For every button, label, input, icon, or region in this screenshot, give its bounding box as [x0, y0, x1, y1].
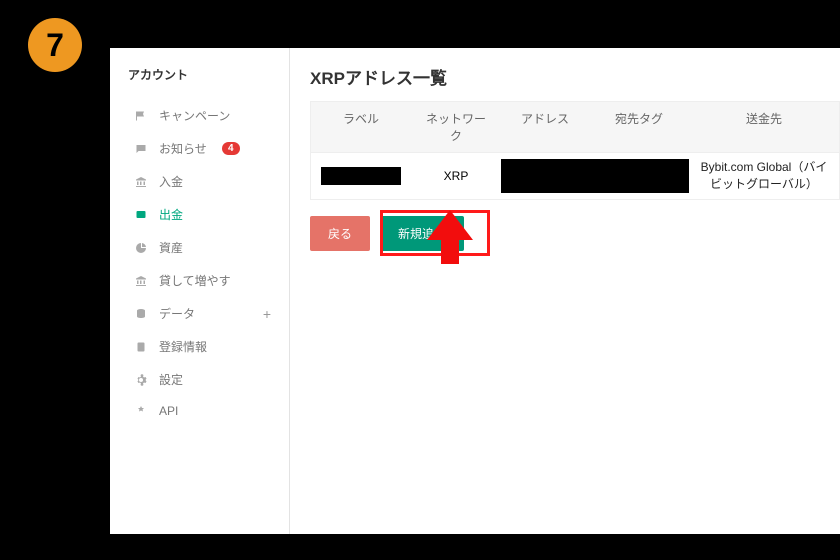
sidebar-item-label: 設定 — [159, 371, 183, 388]
bank-icon — [134, 275, 148, 287]
step-badge: 7 — [28, 18, 82, 72]
sidebar-item-label: 入金 — [159, 173, 183, 190]
sidebar-item-settings[interactable]: 設定 — [128, 363, 277, 396]
sidebar-item-assets[interactable]: 資産 — [128, 231, 277, 264]
back-button[interactable]: 戻る — [310, 216, 370, 251]
clipboard-icon — [134, 341, 148, 353]
sidebar-item-label: API — [159, 404, 178, 418]
cell-network: XRP — [411, 163, 501, 189]
main-content: XRPアドレス一覧 ラベル ネットワーク アドレス 宛先タグ 送金先 XRP B… — [290, 48, 840, 534]
sidebar-item-deposit[interactable]: 入金 — [128, 165, 277, 198]
cell-address — [501, 159, 589, 193]
gear-icon — [134, 374, 148, 386]
app-window: アカウント キャンペーン お知らせ 4 入金 出金 資産 貸して増やす — [110, 48, 840, 534]
sidebar-item-label: キャンペーン — [159, 107, 230, 124]
sidebar-item-notifications[interactable]: お知らせ 4 — [128, 132, 277, 165]
message-icon — [134, 143, 148, 155]
sidebar-title: アカウント — [128, 66, 277, 83]
action-row: 戻る 新規追加 — [310, 216, 840, 251]
cell-label — [311, 161, 411, 191]
col-tag: 宛先タグ — [589, 102, 689, 152]
col-network: ネットワーク — [411, 102, 501, 152]
page-title: XRPアドレス一覧 — [310, 64, 840, 89]
col-label: ラベル — [311, 102, 411, 152]
address-table: ラベル ネットワーク アドレス 宛先タグ 送金先 XRP Bybit.com G… — [310, 101, 840, 200]
database-icon — [134, 308, 148, 320]
sidebar-item-registration[interactable]: 登録情報 — [128, 330, 277, 363]
cell-dest: Bybit.com Global（バイビットグローバル） — [689, 153, 839, 199]
sidebar-item-data[interactable]: データ + — [128, 297, 277, 330]
cell-tag — [589, 159, 689, 193]
redacted-address — [501, 159, 589, 193]
flag-icon — [134, 110, 148, 122]
redacted-label — [321, 167, 401, 185]
col-dest: 送金先 — [689, 102, 839, 152]
pie-chart-icon — [134, 242, 148, 254]
add-new-button[interactable]: 新規追加 — [380, 216, 464, 251]
table-row[interactable]: XRP Bybit.com Global（バイビットグローバル） — [311, 152, 839, 199]
sidebar-item-lending[interactable]: 貸して増やす — [128, 264, 277, 297]
sidebar-item-label: お知らせ — [159, 140, 207, 157]
api-icon — [134, 405, 148, 417]
withdraw-icon — [134, 209, 148, 221]
notification-badge: 4 — [222, 142, 240, 155]
sidebar-item-label: 貸して増やす — [159, 272, 231, 289]
sidebar-item-label: 出金 — [159, 206, 183, 223]
sidebar-item-label: 資産 — [159, 239, 183, 256]
bank-icon — [134, 176, 148, 188]
redacted-tag — [589, 159, 689, 193]
plus-icon: + — [263, 306, 271, 322]
sidebar-item-campaign[interactable]: キャンペーン — [128, 99, 277, 132]
col-address: アドレス — [501, 102, 589, 152]
sidebar-item-withdraw[interactable]: 出金 — [128, 198, 277, 231]
table-header: ラベル ネットワーク アドレス 宛先タグ 送金先 — [311, 102, 839, 152]
sidebar-item-label: データ — [159, 305, 195, 322]
sidebar: アカウント キャンペーン お知らせ 4 入金 出金 資産 貸して増やす — [110, 48, 290, 534]
sidebar-item-label: 登録情報 — [159, 338, 207, 355]
sidebar-item-api[interactable]: API — [128, 396, 277, 426]
